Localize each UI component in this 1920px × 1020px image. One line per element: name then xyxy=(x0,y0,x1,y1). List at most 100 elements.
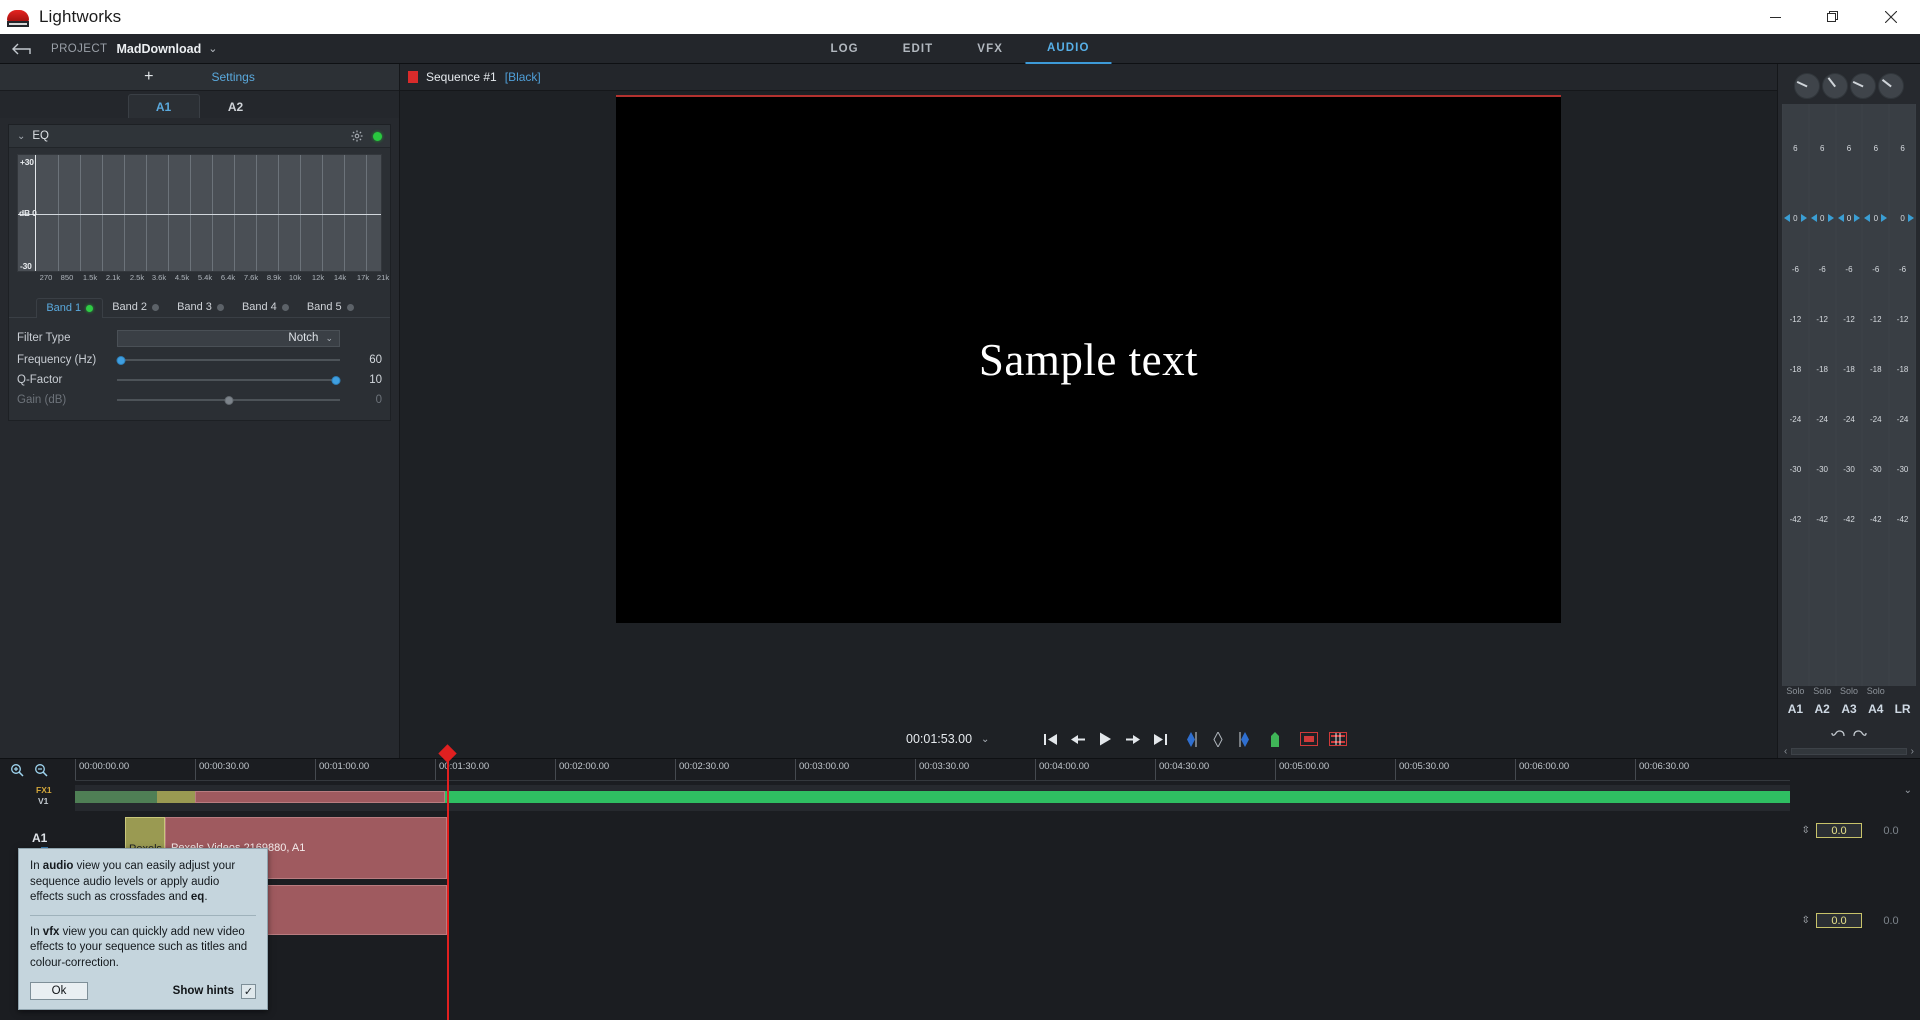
replace-button[interactable] xyxy=(1299,731,1318,747)
back-button[interactable] xyxy=(10,40,34,58)
qfactor-slider-knob[interactable] xyxy=(331,375,341,385)
level-secondary-a1[interactable]: 0.0 xyxy=(1868,823,1914,838)
gain-slider[interactable] xyxy=(117,390,340,410)
band-enabled-dot[interactable] xyxy=(281,303,289,311)
chevron-down-icon[interactable]: ⌄ xyxy=(17,131,25,142)
frequency-slider-knob[interactable] xyxy=(116,355,126,365)
tab-edit[interactable]: EDIT xyxy=(881,34,956,64)
loop-left-icon[interactable] xyxy=(1830,727,1846,739)
track-a1-lane[interactable]: Pexels Pexels Videos 2169880, A1 xyxy=(75,817,1790,889)
sequence-title[interactable]: Sequence #1 xyxy=(426,70,497,84)
mark-clip-icon xyxy=(1213,731,1223,747)
meter-tick: -12 xyxy=(1870,315,1882,324)
level-value-a1[interactable]: 0.0 xyxy=(1816,823,1862,838)
eq-response-graph[interactable]: +30 dB 0 -30 xyxy=(17,154,382,272)
freq-tick: 21k xyxy=(376,273,390,282)
skip-to-start-button[interactable] xyxy=(1044,731,1060,747)
solo-button-a2[interactable]: Solo xyxy=(1809,686,1836,702)
clip-v1-b[interactable] xyxy=(157,791,195,803)
minimize-button[interactable] xyxy=(1746,0,1804,34)
band-tab-3[interactable]: Band 3 xyxy=(168,298,233,317)
maximize-button[interactable] xyxy=(1804,0,1862,34)
track-v1-label[interactable]: FX1 V1 xyxy=(0,785,75,811)
tab-vfx[interactable]: VFX xyxy=(955,34,1025,64)
add-effect-button[interactable]: + xyxy=(144,69,153,85)
band-tab-5[interactable]: Band 5 xyxy=(298,298,363,317)
pan-knob-a4[interactable] xyxy=(1878,73,1904,99)
zoom-out-icon[interactable] xyxy=(34,763,48,777)
gain-slider-knob[interactable] xyxy=(224,395,233,405)
skip-to-end-button[interactable] xyxy=(1152,731,1168,747)
mark-clip-button[interactable] xyxy=(1210,731,1226,747)
mixer-scrollbar[interactable]: ‹ › xyxy=(1778,744,1920,758)
channel-a4[interactable]: A4 xyxy=(1862,702,1889,722)
freq-tick: 5.4k xyxy=(197,273,213,282)
level-meters: 6 0 -6 -12 -18 -24 -30 -42 6 0 -6 -12 -1 xyxy=(1778,104,1920,686)
level-value-a2[interactable]: 0.0 xyxy=(1816,913,1862,928)
show-hints-checkbox[interactable]: ✓ xyxy=(241,983,256,999)
track-tab-a1[interactable]: A1 xyxy=(127,94,200,118)
band-tab-4[interactable]: Band 4 xyxy=(233,298,298,317)
meter-a2[interactable]: 6 0 -6 -12 -18 -24 -30 -42 xyxy=(1808,104,1836,686)
zoom-in-icon[interactable] xyxy=(10,763,24,777)
channel-a1[interactable]: A1 xyxy=(1782,702,1809,722)
pan-knob-a1[interactable] xyxy=(1794,73,1820,99)
track-collapse-chevron-icon[interactable]: ⌄ xyxy=(1904,785,1912,796)
frequency-slider[interactable] xyxy=(116,350,340,370)
step-forward-button[interactable] xyxy=(1125,731,1141,747)
band-enabled-dot[interactable] xyxy=(152,303,160,311)
track-a2-lane[interactable]: 0, A2 xyxy=(75,885,1790,945)
band-enabled-dot[interactable] xyxy=(346,303,354,311)
filter-type-select[interactable]: Notch ⌄ xyxy=(117,329,340,347)
scroll-left-arrow[interactable]: ‹ xyxy=(1784,746,1787,757)
project-name[interactable]: MadDownload xyxy=(116,42,201,56)
param-qfactor: Q-Factor 10 xyxy=(17,370,382,390)
pan-knob-a3[interactable] xyxy=(1850,73,1876,99)
clip-v1-a[interactable] xyxy=(75,791,157,803)
eq-enabled-led[interactable] xyxy=(373,131,382,141)
band-tab-2[interactable]: Band 2 xyxy=(103,298,168,317)
delete-button[interactable] xyxy=(1328,731,1347,747)
meter-a3[interactable]: 6 0 -6 -12 -18 -24 -30 -42 xyxy=(1835,104,1863,686)
scroll-track[interactable] xyxy=(1791,747,1907,755)
settings-link[interactable]: Settings xyxy=(211,70,254,84)
band-enabled-dot[interactable] xyxy=(216,303,224,311)
solo-button-a3[interactable]: Solo xyxy=(1836,686,1863,702)
insert-button[interactable] xyxy=(1267,731,1283,747)
channel-a2[interactable]: A2 xyxy=(1809,702,1836,722)
scroll-right-arrow[interactable]: › xyxy=(1911,746,1914,757)
meter-a1[interactable]: 6 0 -6 -12 -18 -24 -30 -42 xyxy=(1782,104,1809,686)
solo-button-a4[interactable]: Solo xyxy=(1862,686,1889,702)
channel-a3[interactable]: A3 xyxy=(1836,702,1863,722)
qfactor-label: Q-Factor xyxy=(17,374,63,386)
tab-log[interactable]: LOG xyxy=(808,34,880,64)
tab-audio[interactable]: AUDIO xyxy=(1024,34,1112,64)
current-timecode[interactable]: 00:01:53.00 xyxy=(906,732,972,746)
chevron-down-icon[interactable]: ⌄ xyxy=(208,42,217,55)
track-v1-lane[interactable] xyxy=(75,785,1790,811)
mark-in-button[interactable] xyxy=(1183,731,1199,747)
pan-knob-a2[interactable] xyxy=(1822,73,1848,99)
gear-icon[interactable] xyxy=(351,130,363,142)
band-enabled-dot[interactable] xyxy=(86,304,94,312)
clip-v1-d[interactable] xyxy=(445,791,1790,803)
clip-v1-c[interactable] xyxy=(195,791,445,803)
band-tab-1[interactable]: Band 1 xyxy=(36,298,104,318)
meter-a4[interactable]: 6 0 -6 -12 -18 -24 -30 -42 xyxy=(1862,104,1890,686)
close-button[interactable] xyxy=(1862,0,1920,34)
hint-ok-button[interactable]: Ok xyxy=(30,982,88,1000)
solo-button-a1[interactable]: Solo xyxy=(1782,686,1809,702)
playhead[interactable] xyxy=(438,744,457,1020)
mark-out-button[interactable] xyxy=(1237,731,1253,747)
channel-lr[interactable]: LR xyxy=(1889,702,1916,722)
video-frame[interactable]: Sample text xyxy=(616,95,1561,623)
level-secondary-a2[interactable]: 0.0 xyxy=(1868,913,1914,928)
meter-lr[interactable]: 6 0 -6 -12 -18 -24 -30 -42 xyxy=(1889,104,1916,686)
step-back-button[interactable] xyxy=(1071,731,1087,747)
play-button[interactable] xyxy=(1098,731,1114,747)
loop-right-icon[interactable] xyxy=(1852,727,1868,739)
timeline-ruler[interactable]: 00:00:00.00 00:00:30.00 00:01:00.00 00:0… xyxy=(75,759,1790,781)
chevron-down-icon[interactable]: ⌄ xyxy=(981,734,989,745)
qfactor-slider[interactable] xyxy=(117,370,341,390)
track-tab-a2[interactable]: A2 xyxy=(200,94,272,118)
